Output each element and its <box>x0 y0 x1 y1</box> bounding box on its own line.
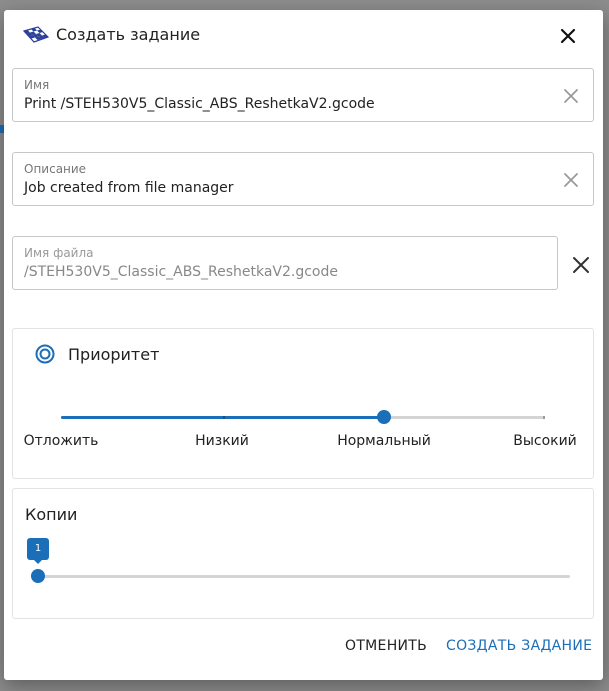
name-field-value[interactable]: Print /STEH530V5_Classic_ABS_ReshetkaV2.… <box>24 96 375 112</box>
dialog-title: Создать задание <box>56 25 201 44</box>
priority-level-low[interactable]: Низкий <box>195 433 249 449</box>
priority-level-normal[interactable]: Нормальный <box>337 433 431 449</box>
name-field-label: Имя <box>24 78 50 92</box>
copies-value-label-pointer <box>33 559 43 564</box>
description-field-label: Описание <box>24 162 87 176</box>
priority-tick-high <box>543 416 545 419</box>
close-icon[interactable] <box>556 24 580 48</box>
clear-description-icon[interactable] <box>563 172 579 188</box>
priority-slider-thumb[interactable] <box>377 410 391 424</box>
priority-level-high[interactable]: Высокий <box>513 433 577 449</box>
cancel-button[interactable]: ОТМЕНИТЬ <box>345 638 427 654</box>
checkered-plate-logo-icon <box>22 26 50 43</box>
create-job-button[interactable]: СОЗДАТЬ ЗАДАНИЕ <box>446 638 592 654</box>
copies-slider-track[interactable] <box>38 575 570 578</box>
priority-title: Приоритет <box>68 345 160 364</box>
priority-card: Приоритет Отложить Низкий Нормальный Выс… <box>12 328 594 479</box>
create-job-dialog: Создать задание Имя Print /STEH530V5_Cla… <box>4 10 603 680</box>
name-field[interactable]: Имя Print /STEH530V5_Classic_ABS_Reshetk… <box>12 68 594 122</box>
copies-title: Копии <box>25 505 78 524</box>
filename-field: Имя файла /STEH530V5_Classic_ABS_Reshetk… <box>12 236 558 290</box>
priority-tick-low <box>223 416 225 419</box>
priority-radio-icon[interactable] <box>35 344 55 364</box>
copies-value-label: 1 <box>27 538 49 560</box>
clear-filename-icon[interactable] <box>572 256 590 274</box>
priority-level-postpone[interactable]: Отложить <box>24 433 99 449</box>
copies-card: Копии 1 <box>12 488 594 619</box>
clear-name-icon[interactable] <box>563 88 579 104</box>
dialog-header: Создать задание <box>4 10 603 62</box>
filename-field-value: /STEH530V5_Classic_ABS_ReshetkaV2.gcode <box>24 264 338 280</box>
description-field-value[interactable]: Job created from file manager <box>24 180 234 196</box>
filename-field-label: Имя файла <box>24 246 94 260</box>
description-field[interactable]: Описание Job created from file manager <box>12 152 594 206</box>
copies-slider-thumb[interactable] <box>31 569 45 583</box>
